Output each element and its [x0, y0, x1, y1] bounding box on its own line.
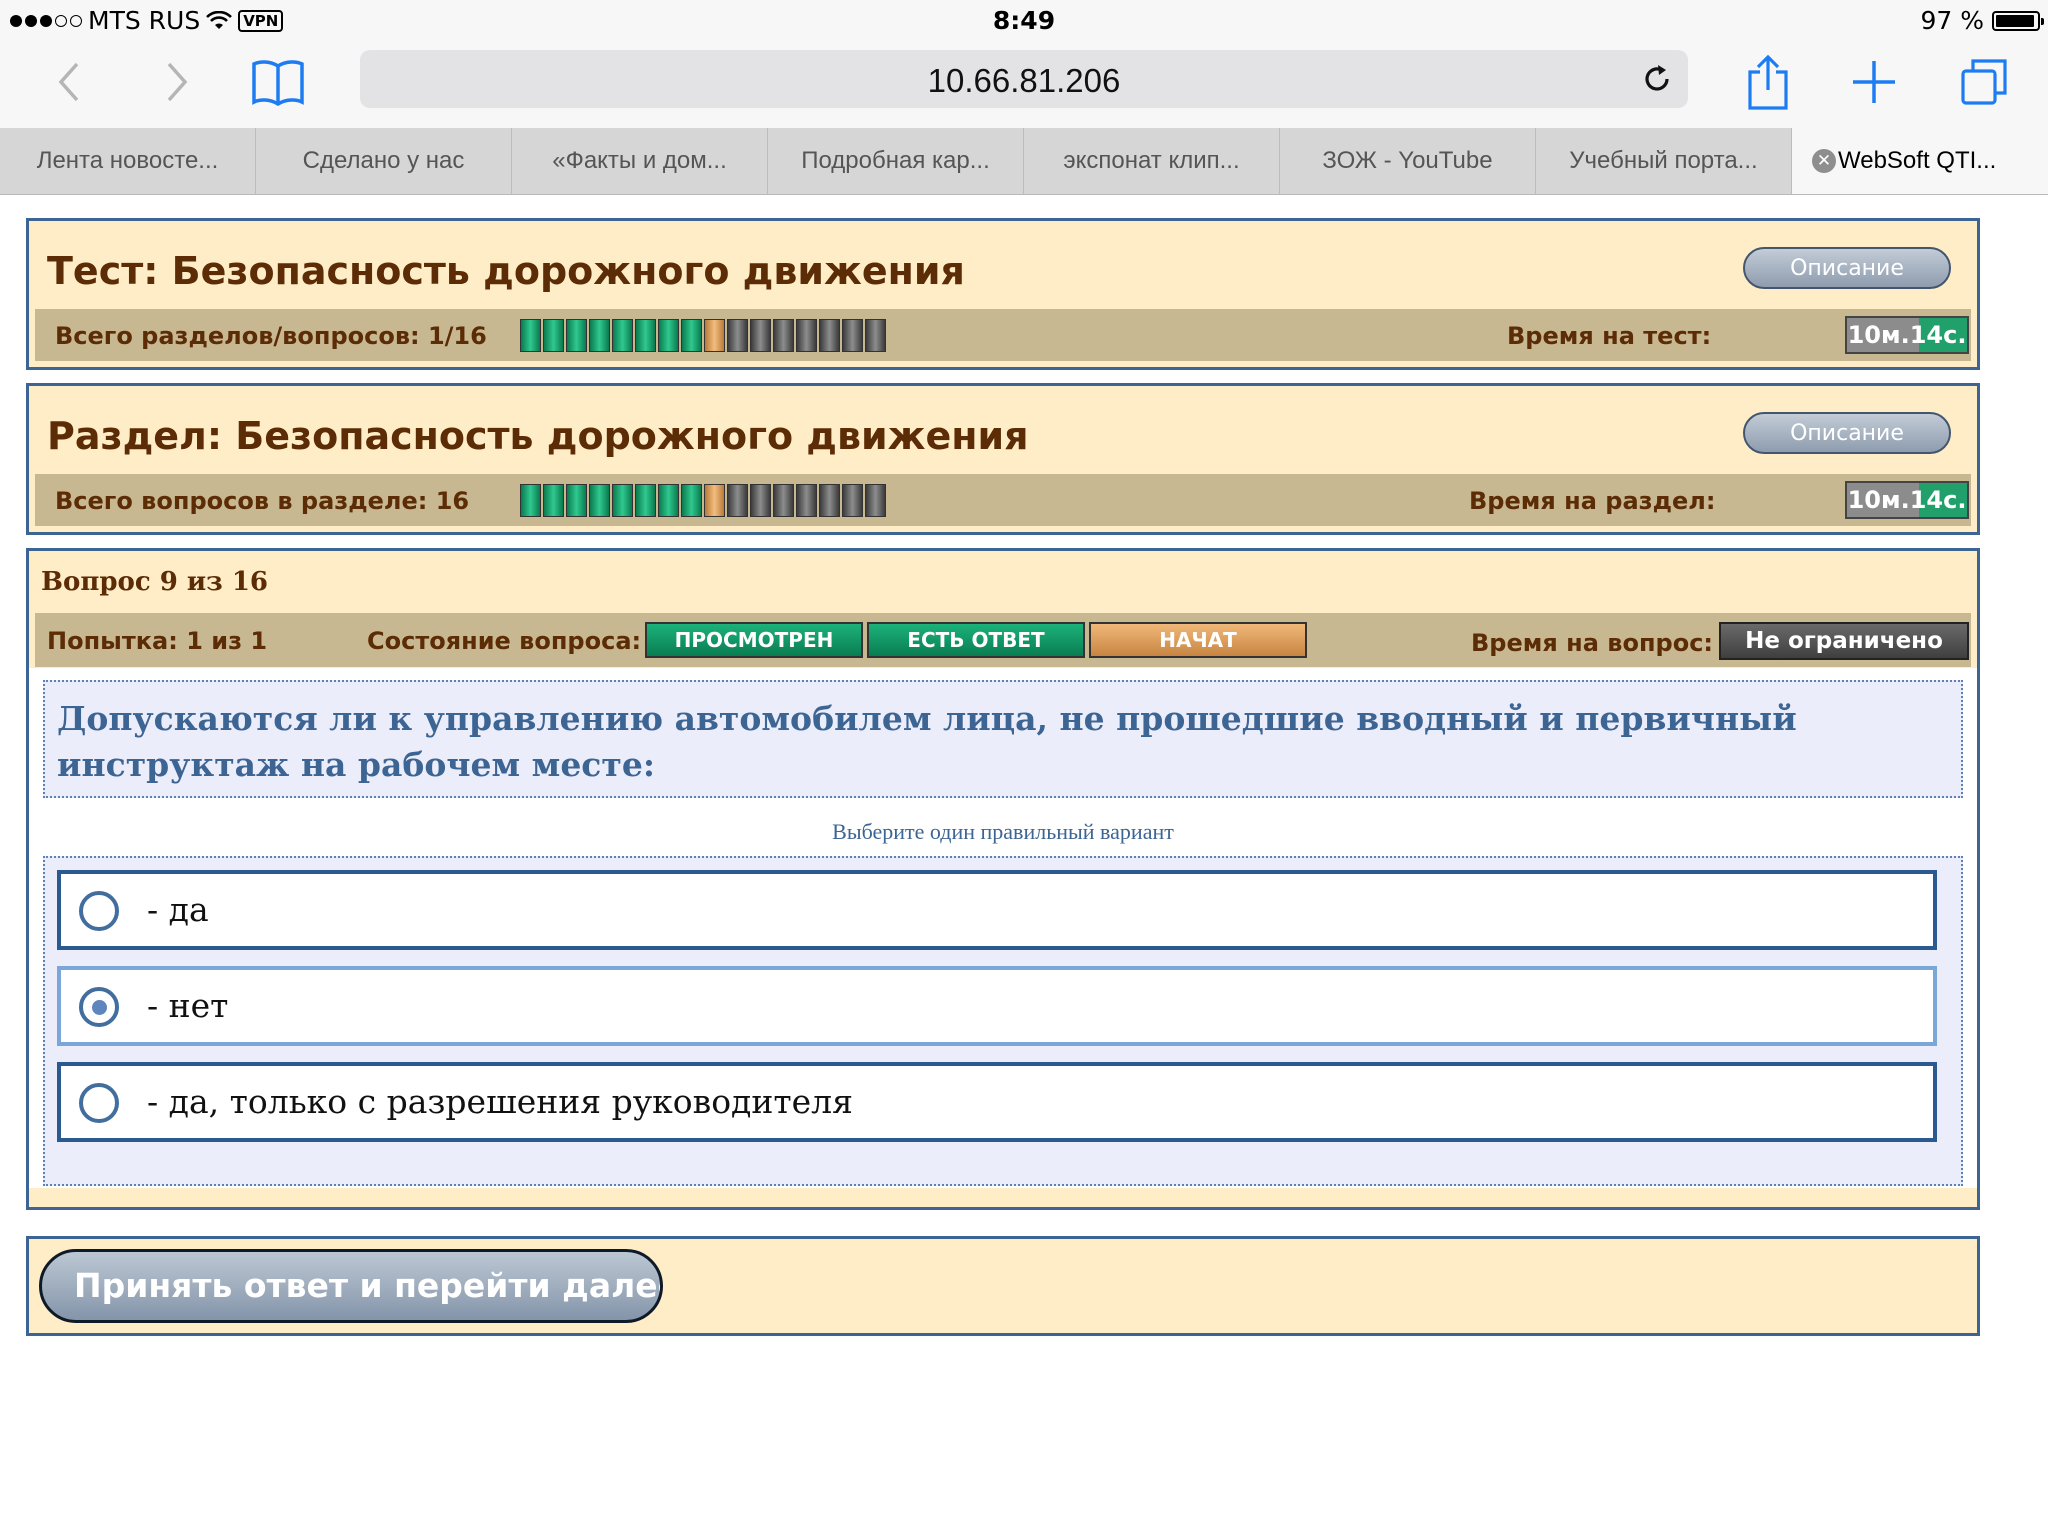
submit-panel: Принять ответ и перейти далее — [26, 1236, 1980, 1336]
section-title: Раздел: Безопасность дорожного движения — [47, 414, 1029, 458]
progress-segment — [681, 484, 702, 517]
progress-segment — [773, 319, 794, 352]
test-timer: 10м.14с. — [1845, 316, 1969, 354]
progress-segment — [727, 319, 748, 352]
section-time-label: Время на раздел: — [1469, 487, 1716, 515]
progress-segment — [819, 484, 840, 517]
tab-facts[interactable]: «Факты и дом... — [512, 128, 768, 194]
question-text: Допускаются ли к управлению автомобилем … — [43, 680, 1963, 798]
share-icon[interactable] — [1738, 52, 1798, 112]
progress-segment — [819, 319, 840, 352]
progress-segment — [589, 484, 610, 517]
tab-exhibit-clip[interactable]: экспонат клип... — [1024, 128, 1280, 194]
tab-bar: Лента новосте... Сделано у нас «Факты и … — [0, 128, 2048, 195]
progress-segment — [612, 484, 633, 517]
tab-news[interactable]: Лента новосте... — [0, 128, 256, 194]
question-info-bar: Попытка: 1 из 1 Состояние вопроса: ПРОСМ… — [35, 613, 1971, 667]
battery-percent: 97 % — [1920, 6, 1984, 35]
progress-segment — [635, 484, 656, 517]
section-progress-bar — [520, 484, 886, 517]
test-title: Тест: Безопасность дорожного движения — [47, 249, 965, 293]
answer-option[interactable]: - да — [57, 870, 1937, 950]
browser-toolbar: 10.66.81.206 — [0, 42, 2048, 128]
progress-segment — [589, 319, 610, 352]
question-panel: Вопрос 9 из 16 Попытка: 1 из 1 Состояние… — [26, 548, 1980, 1210]
tab-websoft-qti[interactable]: ✕ WebSoft QTI... — [1792, 128, 2048, 194]
tab-youtube[interactable]: ЗОЖ - YouTube — [1280, 128, 1536, 194]
progress-segment — [796, 484, 817, 517]
tab-detailed-map[interactable]: Подробная кар... — [768, 128, 1024, 194]
tabs-icon[interactable] — [1954, 52, 2014, 112]
progress-segment — [750, 484, 771, 517]
section-questions-count: Всего вопросов в разделе: 16 — [55, 487, 470, 515]
reload-icon[interactable] — [1640, 62, 1674, 96]
question-body: Допускаются ли к управлению автомобилем … — [29, 668, 1977, 1188]
answer-label: - да, только с разрешения руководителя — [147, 1082, 853, 1121]
progress-segment — [658, 484, 679, 517]
test-progress-bar — [520, 319, 886, 352]
progress-segment — [796, 319, 817, 352]
clock: 8:49 — [992, 6, 1056, 35]
state-viewed-badge: ПРОСМОТРЕН — [645, 622, 863, 658]
progress-segment — [566, 319, 587, 352]
answer-label: - да — [147, 890, 209, 929]
test-info-bar: Всего разделов/вопросов: 1/16 Время на т… — [35, 309, 1971, 361]
radio-button[interactable] — [79, 891, 119, 931]
progress-segment — [865, 319, 886, 352]
state-started-badge: НАЧАТ — [1089, 622, 1307, 658]
progress-segment — [681, 319, 702, 352]
progress-segment — [750, 319, 771, 352]
forward-icon[interactable] — [146, 52, 206, 112]
tab-made-here[interactable]: Сделано у нас — [256, 128, 512, 194]
question-state-label: Состояние вопроса: — [367, 627, 642, 655]
question-time-value: Не ограничено — [1719, 622, 1969, 660]
progress-segment — [520, 319, 541, 352]
radio-button[interactable] — [79, 987, 119, 1027]
answer-label: - нет — [147, 986, 229, 1025]
progress-segment — [543, 484, 564, 517]
submit-answer-button[interactable]: Принять ответ и перейти далее — [39, 1249, 663, 1323]
answer-options: - да - нет - да, только с разрешения рук… — [43, 856, 1963, 1186]
section-panel: Раздел: Безопасность дорожного движения … — [26, 383, 1980, 535]
tab-learning-portal[interactable]: Учебный порта... — [1536, 128, 1792, 194]
url-text: 10.66.81.206 — [927, 62, 1121, 99]
attempt-label: Попытка: 1 из 1 — [47, 627, 268, 655]
test-panel: Тест: Безопасность дорожного движения Оп… — [26, 218, 1980, 370]
test-time-label: Время на тест: — [1507, 322, 1712, 350]
progress-segment — [865, 484, 886, 517]
answer-hint: Выберите один правильный вариант — [832, 819, 1174, 844]
sections-count: Всего разделов/вопросов: 1/16 — [55, 322, 487, 350]
question-time-label: Время на вопрос: — [1471, 629, 1714, 657]
close-tab-icon[interactable]: ✕ — [1812, 149, 1836, 173]
progress-segment — [842, 319, 863, 352]
bookmarks-icon[interactable] — [248, 52, 308, 112]
answer-option[interactable]: - да, только с разрешения руководителя — [57, 1062, 1937, 1142]
radio-button[interactable] — [79, 1083, 119, 1123]
progress-segment — [704, 319, 725, 352]
progress-segment — [635, 319, 656, 352]
status-bar: MTS RUS VPN 8:49 97 % — [0, 0, 2048, 42]
section-description-button[interactable]: Описание — [1743, 412, 1951, 454]
progress-segment — [704, 484, 725, 517]
question-number: Вопрос 9 из 16 — [41, 567, 269, 597]
test-description-button[interactable]: Описание — [1743, 247, 1951, 289]
new-tab-icon[interactable] — [1844, 52, 1904, 112]
battery-icon — [1992, 10, 2044, 31]
section-info-bar: Всего вопросов в разделе: 16 Время на ра… — [35, 474, 1971, 526]
tab-label: WebSoft QTI... — [1838, 147, 1997, 174]
progress-segment — [612, 319, 633, 352]
state-answered-badge: ЕСТЬ ОТВЕТ — [867, 622, 1085, 658]
progress-segment — [543, 319, 564, 352]
progress-segment — [658, 319, 679, 352]
answer-option[interactable]: - нет — [57, 966, 1937, 1046]
progress-segment — [520, 484, 541, 517]
section-timer: 10м.14с. — [1845, 481, 1969, 519]
progress-segment — [773, 484, 794, 517]
progress-segment — [727, 484, 748, 517]
back-icon[interactable] — [40, 52, 100, 112]
progress-segment — [842, 484, 863, 517]
address-bar[interactable]: 10.66.81.206 — [360, 50, 1688, 108]
progress-segment — [566, 484, 587, 517]
